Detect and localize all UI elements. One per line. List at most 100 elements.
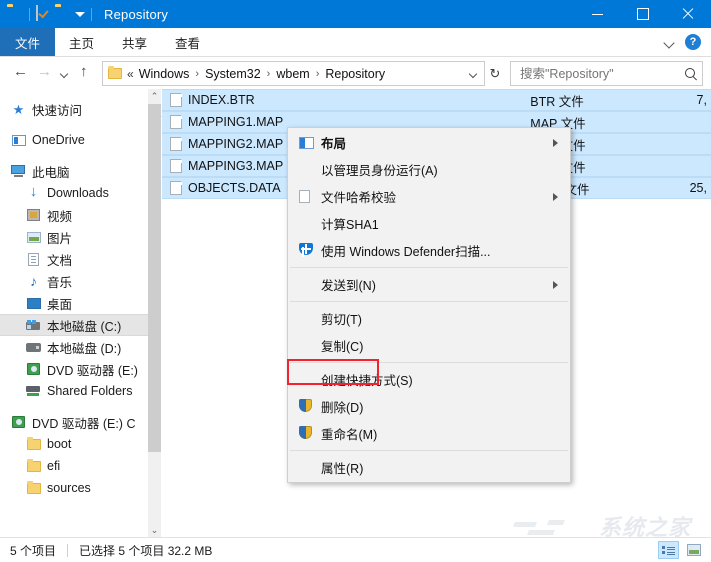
sidebar-item-quick-access[interactable]: ★ 快速访问	[0, 98, 148, 120]
submenu-arrow-icon	[553, 183, 558, 210]
forward-button[interactable]	[32, 62, 56, 86]
context-menu: 布局 以管理员身份运行(A) 文件哈希校验 计算SHA1 使用 Windows …	[287, 127, 571, 483]
file-name-cell[interactable]: INDEX.BTR	[162, 93, 413, 107]
file-icon	[170, 159, 182, 173]
menu-item-create-shortcut[interactable]: 创建快捷方式(S)	[288, 366, 570, 393]
sidebar-item-dvd-drive-e[interactable]: DVD 驱动器 (E:)	[0, 358, 148, 380]
toolbar-separator	[29, 8, 30, 21]
help-icon[interactable]: ?	[685, 34, 701, 50]
status-separator	[67, 544, 68, 557]
downloads-icon: ↓	[25, 186, 42, 200]
breadcrumb-item-repository[interactable]: Repository	[323, 66, 387, 82]
sidebar-item-sources[interactable]: sources	[0, 477, 148, 499]
menu-item-send-to[interactable]: 发送到(N)	[288, 271, 570, 298]
new-folder-icon[interactable]	[55, 6, 71, 22]
sidebar-item-boot[interactable]: boot	[0, 433, 148, 455]
menu-item-rename[interactable]: 重命名(M)	[288, 420, 570, 447]
sidebar-item-label: 此电脑	[32, 162, 70, 181]
search-box[interactable]	[510, 61, 703, 86]
breadcrumb-separator-2[interactable]: ›	[263, 68, 275, 80]
minimize-button[interactable]	[575, 0, 620, 28]
sidebar-item-downloads[interactable]: ↓ Downloads	[0, 182, 148, 204]
menu-separator	[290, 362, 568, 363]
maximize-button[interactable]	[620, 0, 665, 28]
menu-item-label: 属性(R)	[321, 458, 570, 477]
sidebar-item-desktop[interactable]: 桌面	[0, 292, 148, 314]
breadcrumb-item-system32[interactable]: System32	[203, 66, 263, 82]
sidebar-item-local-disk-c[interactable]: 本地磁盘 (C:)	[0, 314, 148, 336]
breadcrumb-item-wbem[interactable]: wbem	[274, 66, 311, 82]
sidebar-item-videos[interactable]: 视频	[0, 204, 148, 226]
table-row[interactable]: INDEX.BTR BTR 文件 7,	[162, 89, 711, 111]
sidebar-item-efi[interactable]: efi	[0, 455, 148, 477]
breadcrumb-overflow[interactable]: «	[127, 67, 137, 81]
sidebar-item-onedrive[interactable]: OneDrive	[0, 129, 148, 151]
file-explorer-window: Repository 文件 主页 共享 查看 ? « Windows ›	[0, 0, 711, 562]
thumbnail-view-icon[interactable]	[683, 541, 704, 559]
back-button[interactable]	[8, 62, 32, 86]
file-size-cell: 7,	[637, 93, 711, 107]
menu-item-delete[interactable]: 删除(D)	[288, 393, 570, 420]
selection-info-label: 已选择 5 个项目 32.2 MB	[79, 542, 212, 559]
sidebar-item-documents[interactable]: 文档	[0, 248, 148, 270]
sidebar-item-local-disk-d[interactable]: 本地磁盘 (D:)	[0, 336, 148, 358]
harddisk-plain-icon	[25, 343, 42, 352]
tab-home[interactable]: 主页	[55, 28, 108, 56]
tab-view[interactable]: 查看	[161, 28, 214, 56]
menu-item-layout[interactable]: 布局	[288, 129, 570, 156]
sidebar-item-label: 本地磁盘 (C:)	[47, 316, 121, 335]
breadcrumb-item-windows[interactable]: Windows	[137, 66, 192, 82]
breadcrumb-bar[interactable]: « Windows › System32 › wbem › Repository	[102, 61, 485, 86]
close-button[interactable]	[665, 0, 711, 28]
sidebar-item-label: 本地磁盘 (D:)	[47, 338, 121, 357]
title-bar: Repository	[0, 0, 711, 28]
customize-caret-icon[interactable]	[74, 9, 85, 20]
folder-icon[interactable]	[7, 6, 23, 22]
sidebar-item-shared-folders[interactable]: Shared Folders	[0, 380, 148, 402]
sidebar-item-pictures[interactable]: 图片	[0, 226, 148, 248]
music-icon: ♪	[25, 275, 42, 288]
up-button[interactable]	[74, 62, 98, 86]
menu-item-properties[interactable]: 属性(R)	[288, 454, 570, 481]
navigation-pane: ★ 快速访问 OneDrive 此电脑 ↓ Downloads 视频	[0, 89, 148, 538]
menu-separator	[290, 301, 568, 302]
address-dropdown-icon[interactable]	[467, 69, 481, 79]
layout-icon	[299, 137, 321, 149]
properties-icon[interactable]	[36, 6, 52, 22]
quick-access-toolbar	[0, 6, 95, 22]
sidebar-item-music[interactable]: ♪ 音乐	[0, 270, 148, 292]
shared-folder-icon	[25, 385, 42, 397]
menu-item-compute-sha1[interactable]: 计算SHA1	[288, 210, 570, 237]
breadcrumb-separator-3[interactable]: ›	[312, 68, 324, 80]
scrollbar-thumb[interactable]	[148, 104, 161, 452]
ribbon-right-controls: ?	[664, 28, 711, 56]
search-icon[interactable]	[684, 67, 698, 81]
recent-locations-button[interactable]	[56, 62, 74, 86]
sidebar-item-label: 文档	[47, 250, 72, 269]
sidebar-item-dvd-drive-e-root[interactable]: DVD 驱动器 (E:) C	[0, 411, 148, 433]
tab-file[interactable]: 文件	[0, 28, 55, 56]
sidebar-item-this-pc[interactable]: 此电脑	[0, 160, 148, 182]
nav-pane-scrollbar[interactable]: ⌃ ⌄	[148, 89, 161, 538]
breadcrumb-separator-1[interactable]: ›	[191, 68, 203, 80]
menu-item-copy[interactable]: 复制(C)	[288, 332, 570, 359]
file-icon	[170, 181, 182, 195]
menu-item-defender-scan[interactable]: 使用 Windows Defender扫描...	[288, 237, 570, 264]
chevron-down-icon[interactable]	[664, 36, 676, 48]
menu-item-run-as-admin[interactable]: 以管理员身份运行(A)	[288, 156, 570, 183]
scroll-down-icon[interactable]: ⌄	[148, 523, 161, 538]
details-view-icon[interactable]	[658, 541, 679, 559]
menu-separator	[290, 450, 568, 451]
item-count-label: 5 个项目	[10, 542, 56, 559]
refresh-button[interactable]: ↻	[485, 66, 505, 82]
menu-item-file-hash[interactable]: 文件哈希校验	[288, 183, 570, 210]
pictures-icon	[25, 232, 42, 243]
sidebar-item-label: Downloads	[47, 186, 109, 200]
tab-share[interactable]: 共享	[108, 28, 161, 56]
menu-item-cut[interactable]: 剪切(T)	[288, 305, 570, 332]
file-name-label: MAPPING1.MAP	[188, 115, 283, 129]
sidebar-item-label: 音乐	[47, 272, 72, 291]
search-input[interactable]	[518, 66, 684, 82]
scroll-up-icon[interactable]: ⌃	[148, 89, 161, 104]
folder-icon	[25, 461, 42, 472]
